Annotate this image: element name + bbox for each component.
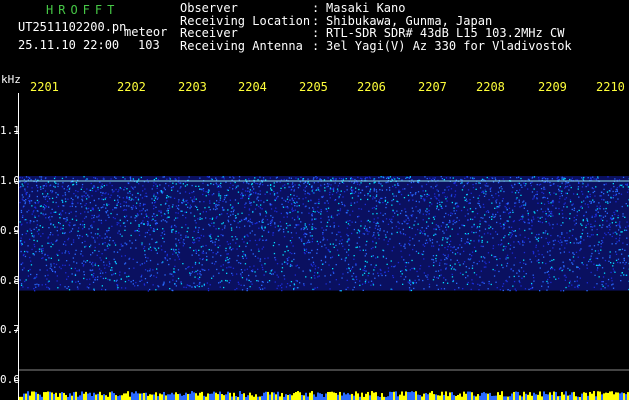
spectrogram-window: HROFFT UT2511102200.pn meteor 25.11.10 2… <box>0 0 629 400</box>
time-tick-label: 2209 <box>538 80 567 94</box>
info-value: 3el Yagi(V) Az 330 for Vladivostok <box>326 38 572 53</box>
time-tick-label: 2205 <box>299 80 328 94</box>
time-tick-label: 2204 <box>238 80 267 94</box>
file-name: UT2511102200.pn <box>18 20 127 34</box>
y-axis-unit: kHz <box>1 73 21 86</box>
spectrogram-canvas <box>19 176 629 400</box>
info-row-antenna: Receiving Antenna : 3el Yagi(V) Az 330 f… <box>180 38 572 53</box>
info-row-receiver: Receiver : RTL-SDR SDR# 43dB L15 103.2MH… <box>180 27 572 40</box>
info-value: RTL-SDR SDR# 43dB L15 103.2MHz CW <box>326 26 565 40</box>
time-tick-label: 2206 <box>357 80 386 94</box>
info-value: Masaki Kano <box>326 1 406 15</box>
brand-title: HROFFT <box>46 3 120 17</box>
info-key: Receiving Antenna <box>180 38 303 53</box>
station-info: Observer : Masaki Kano Receiving Locatio… <box>180 2 572 52</box>
info-sep: : <box>312 26 320 40</box>
info-row-observer: Observer : Masaki Kano <box>180 2 572 15</box>
noise-band <box>19 176 629 292</box>
time-tick-label: 2201 <box>30 80 59 94</box>
file-label: meteor <box>124 25 168 39</box>
baseline-strip <box>19 391 629 400</box>
noise-band-fill <box>19 176 629 291</box>
info-key: Observer <box>180 1 238 15</box>
time-tick-label: 2203 <box>178 80 207 94</box>
time-tick-label: 2207 <box>418 80 447 94</box>
info-key: Receiver <box>180 26 238 40</box>
spectrogram-plot <box>19 93 629 400</box>
info-sep: : <box>312 38 320 53</box>
meteor-count: 103 <box>138 38 160 52</box>
time-tick-label: 2210 <box>596 80 625 94</box>
time-tick-label: 2202 <box>117 80 146 94</box>
time-tick-label: 2208 <box>476 80 505 94</box>
observation-datetime: 25.11.10 22:00 <box>18 38 120 52</box>
info-sep: : <box>312 1 320 15</box>
